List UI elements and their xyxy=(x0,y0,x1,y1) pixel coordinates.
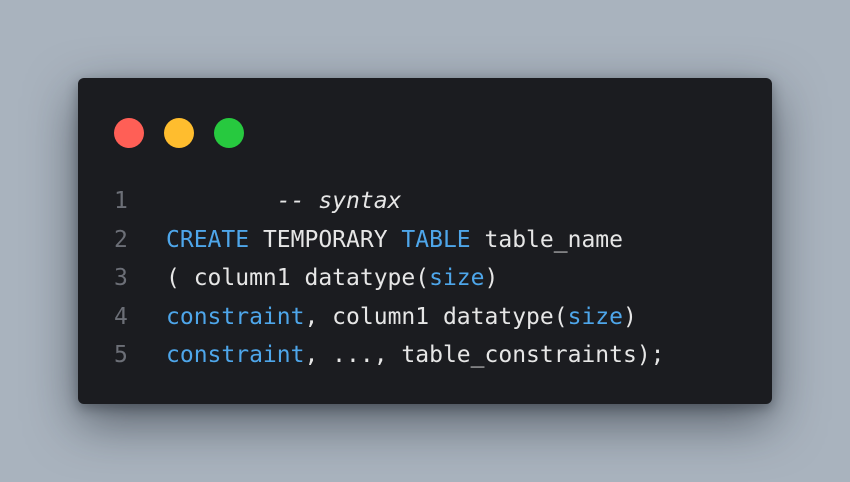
line-text: CREATE TEMPORARY TABLE table_name xyxy=(166,227,752,253)
keyword-token: size xyxy=(429,265,485,292)
plain-token: ( column1 datatype( xyxy=(166,265,430,292)
maximize-dot-icon[interactable] xyxy=(214,118,244,148)
plain-token: table_name xyxy=(470,226,623,253)
code-block: 1 -- syntax 2 CREATE TEMPORARY TABLE tab… xyxy=(114,182,752,375)
line-text: constraint, column1 datatype(size) xyxy=(166,304,752,330)
line-text: ( column1 datatype(size) xyxy=(166,265,752,291)
plain-token: ) xyxy=(622,303,637,330)
line-number: 3 xyxy=(114,265,128,292)
plain-token: , column1 datatype( xyxy=(304,303,568,330)
comment-token: -- syntax xyxy=(276,188,402,215)
plain-token: TEMPORARY xyxy=(249,226,402,253)
code-line-1: 1 -- syntax xyxy=(114,182,752,221)
code-line-2: 2 CREATE TEMPORARY TABLE table_name xyxy=(114,221,752,260)
keyword-token: CREATE xyxy=(166,226,250,253)
keyword-token: size xyxy=(567,303,623,330)
line-number: 2 xyxy=(114,226,128,253)
close-dot-icon[interactable] xyxy=(114,118,144,148)
code-window: 1 -- syntax 2 CREATE TEMPORARY TABLE tab… xyxy=(78,78,772,404)
keyword-token: constraint xyxy=(166,342,305,369)
plain-token: , ..., table_constraints); xyxy=(304,342,665,369)
code-line-3: 3 ( column1 datatype(size) xyxy=(114,259,752,298)
window-controls xyxy=(114,118,244,148)
minimize-dot-icon[interactable] xyxy=(164,118,194,148)
keyword-token: constraint xyxy=(166,303,305,330)
line-number: 5 xyxy=(114,342,128,369)
code-line-5: 5 constraint, ..., table_constraints); xyxy=(114,336,752,375)
keyword-token: TABLE xyxy=(401,226,471,253)
line-number: 4 xyxy=(114,303,128,330)
line-number: 1 xyxy=(114,188,128,215)
code-line-4: 4 constraint, column1 datatype(size) xyxy=(114,298,752,337)
line-text: constraint, ..., table_constraints); xyxy=(166,342,752,368)
plain-token: ) xyxy=(484,265,499,292)
